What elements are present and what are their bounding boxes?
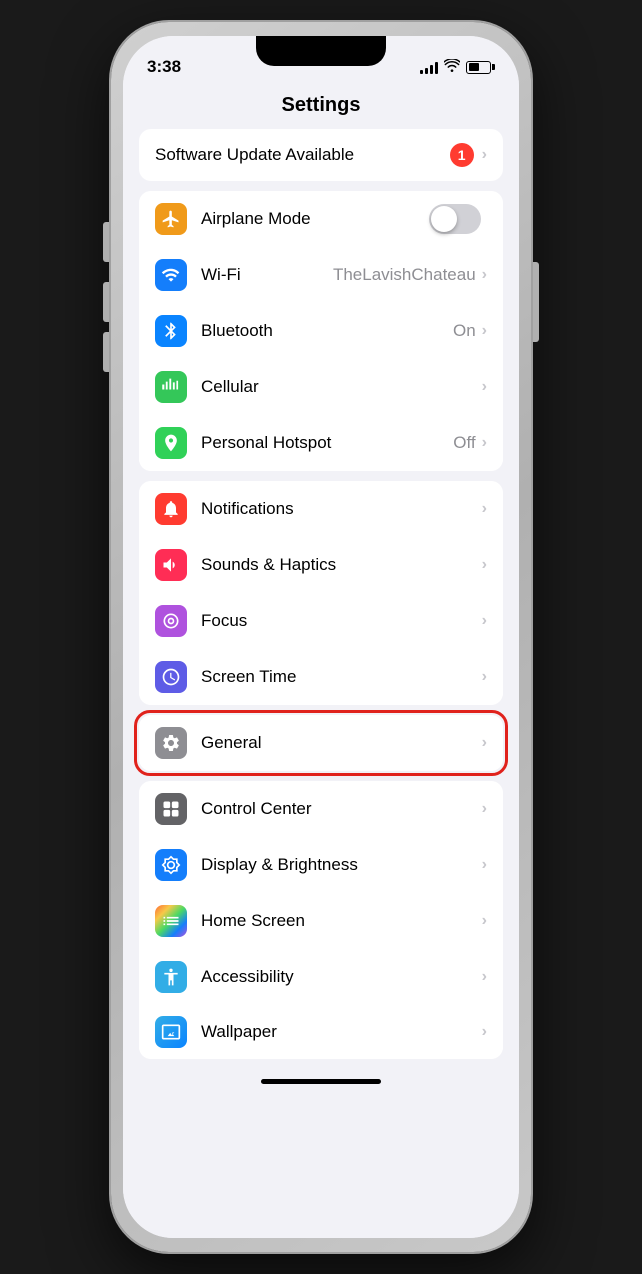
- wifi-label: Wi-Fi: [201, 265, 333, 285]
- cellular-icon: [155, 371, 187, 403]
- wifi-row[interactable]: Wi-Fi TheLavishChateau ›: [139, 247, 503, 303]
- control-center-label: Control Center: [201, 799, 482, 819]
- home-screen-row[interactable]: Home Screen ›: [139, 893, 503, 949]
- notifications-label: Notifications: [201, 499, 482, 519]
- cellular-label: Cellular: [201, 377, 482, 397]
- cellular-chevron-icon: ›: [482, 378, 487, 396]
- display-brightness-label: Display & Brightness: [201, 855, 482, 875]
- screen-content[interactable]: Settings Software Update Available 1 › A…: [123, 86, 519, 1238]
- airplane-mode-label: Airplane Mode: [201, 209, 429, 229]
- accessibility-row[interactable]: Accessibility ›: [139, 949, 503, 1005]
- wallpaper-icon: [155, 1016, 187, 1048]
- notifications-icon: [155, 493, 187, 525]
- accessibility-icon: [155, 961, 187, 993]
- signal-bars-icon: [420, 60, 438, 74]
- airplane-mode-toggle[interactable]: [429, 204, 481, 234]
- bluetooth-label: Bluetooth: [201, 321, 453, 341]
- screen-time-label: Screen Time: [201, 667, 482, 687]
- general-row[interactable]: General ›: [139, 715, 503, 771]
- battery-icon: [466, 61, 495, 74]
- focus-chevron-icon: ›: [482, 612, 487, 630]
- control-center-row[interactable]: Control Center ›: [139, 781, 503, 837]
- status-time: 3:38: [147, 57, 181, 77]
- control-center-icon: [155, 793, 187, 825]
- bluetooth-icon: [155, 315, 187, 347]
- personal-hotspot-icon: [155, 427, 187, 459]
- display-brightness-icon: [155, 849, 187, 881]
- sounds-haptics-icon: [155, 549, 187, 581]
- wifi-icon: [155, 259, 187, 291]
- display-brightness-row[interactable]: Display & Brightness ›: [139, 837, 503, 893]
- display-brightness-chevron-icon: ›: [482, 856, 487, 874]
- general-section: General ›: [139, 715, 503, 771]
- accessibility-label: Accessibility: [201, 967, 482, 987]
- phone-frame: 3:38: [111, 22, 531, 1252]
- wifi-value: TheLavishChateau: [333, 265, 476, 285]
- airplane-mode-row[interactable]: Airplane Mode: [139, 191, 503, 247]
- screen-time-chevron-icon: ›: [482, 668, 487, 686]
- home-screen-chevron-icon: ›: [482, 912, 487, 930]
- notch: [256, 36, 386, 66]
- bluetooth-chevron-icon: ›: [482, 322, 487, 340]
- phone-screen: 3:38: [123, 36, 519, 1238]
- bottom-section-wrap: Control Center › Display & Brightness ›: [139, 781, 503, 1059]
- personal-hotspot-label: Personal Hotspot: [201, 433, 453, 453]
- accessibility-chevron-icon: ›: [482, 968, 487, 986]
- software-update-label: Software Update Available: [155, 145, 450, 165]
- bluetooth-value: On: [453, 321, 476, 341]
- home-screen-icon: [155, 905, 187, 937]
- connectivity-section: Airplane Mode Wi-Fi TheLavishChateau ›: [139, 191, 503, 471]
- sounds-haptics-chevron-icon: ›: [482, 556, 487, 574]
- page-title: Settings: [123, 86, 519, 129]
- general-chevron-icon: ›: [482, 734, 487, 752]
- control-center-chevron-icon: ›: [482, 800, 487, 818]
- general-icon: [155, 727, 187, 759]
- wifi-status-icon: [444, 59, 460, 76]
- wallpaper-label: Wallpaper: [201, 1022, 482, 1042]
- bottom-section: Control Center › Display & Brightness ›: [139, 781, 503, 1059]
- software-update-row[interactable]: Software Update Available 1 ›: [139, 129, 503, 181]
- status-icons: [420, 59, 495, 76]
- general-label: General: [201, 733, 482, 753]
- wallpaper-chevron-icon: ›: [482, 1023, 487, 1041]
- personal-hotspot-value: Off: [453, 433, 475, 453]
- airplane-mode-icon: [155, 203, 187, 235]
- wifi-chevron-icon: ›: [482, 266, 487, 284]
- sounds-haptics-label: Sounds & Haptics: [201, 555, 482, 575]
- personal-hotspot-chevron-icon: ›: [482, 434, 487, 452]
- wallpaper-row[interactable]: Wallpaper ›: [139, 1005, 503, 1059]
- notifications-section: Notifications › Sounds & Haptics ›: [139, 481, 503, 705]
- cellular-row[interactable]: Cellular ›: [139, 359, 503, 415]
- personal-hotspot-row[interactable]: Personal Hotspot Off ›: [139, 415, 503, 471]
- sounds-haptics-row[interactable]: Sounds & Haptics ›: [139, 537, 503, 593]
- update-badge: 1: [450, 143, 474, 167]
- general-highlight-wrap: General ›: [139, 715, 503, 771]
- update-chevron-icon: ›: [482, 146, 487, 164]
- focus-row[interactable]: Focus ›: [139, 593, 503, 649]
- notifications-chevron-icon: ›: [482, 500, 487, 518]
- home-screen-label: Home Screen: [201, 911, 482, 931]
- bluetooth-row[interactable]: Bluetooth On ›: [139, 303, 503, 359]
- focus-label: Focus: [201, 611, 482, 631]
- screen-time-icon: [155, 661, 187, 693]
- home-indicator: [261, 1079, 381, 1084]
- screen-time-row[interactable]: Screen Time ›: [139, 649, 503, 705]
- notifications-row[interactable]: Notifications ›: [139, 481, 503, 537]
- focus-icon: [155, 605, 187, 637]
